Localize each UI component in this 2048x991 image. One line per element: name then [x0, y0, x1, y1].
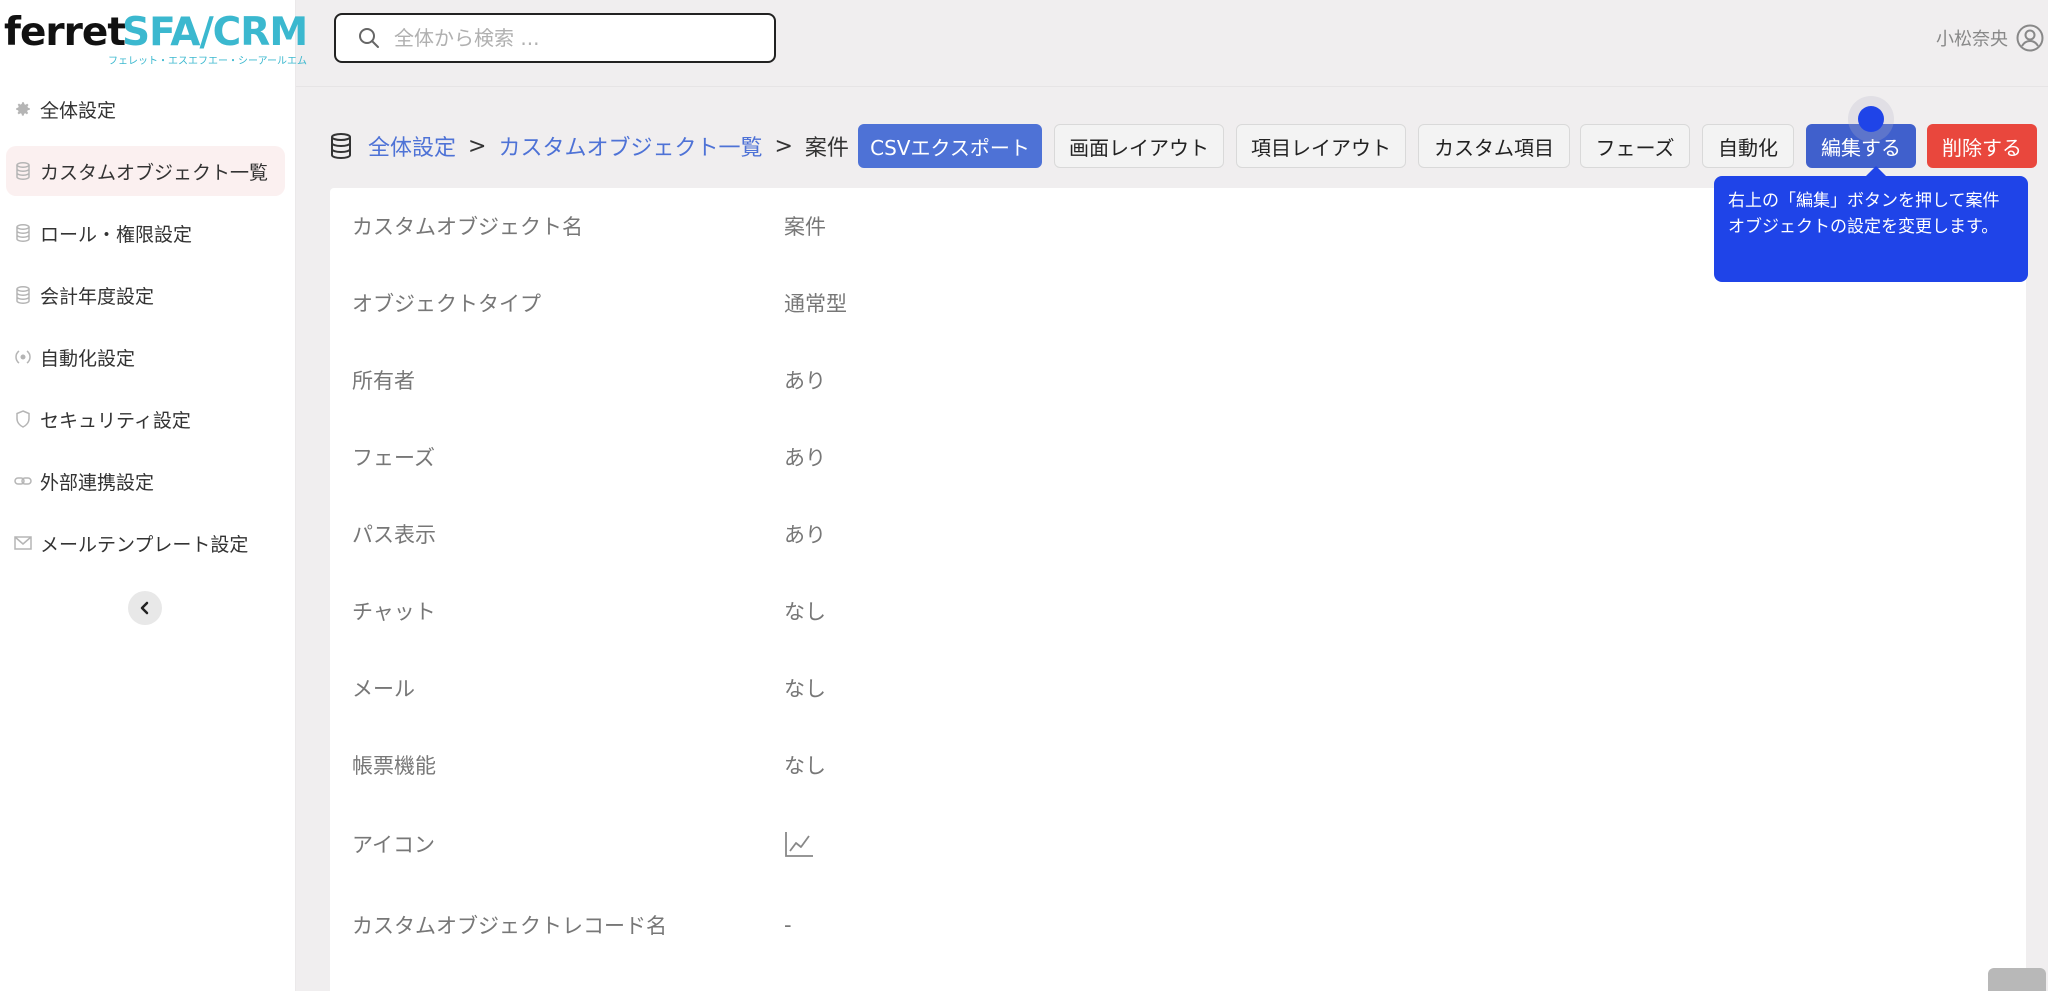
screen-layout-button[interactable]: 画面レイアウト: [1054, 124, 1224, 168]
sidebar-item-label: 自動化設定: [40, 347, 136, 370]
detail-label: メール: [352, 677, 415, 701]
edit-button[interactable]: 編集する: [1806, 124, 1916, 168]
detail-label: オブジェクトタイプ: [352, 292, 541, 316]
detail-label: チャット: [352, 600, 436, 624]
detail-label: 所有者: [352, 369, 415, 393]
detail-value: あり: [784, 523, 826, 547]
detail-value: 案件: [784, 215, 826, 239]
sidebar-item-label: 会計年度設定: [40, 285, 155, 308]
detail-row: フェーズ あり: [330, 437, 2026, 477]
detail-label: フェーズ: [352, 446, 435, 470]
detail-row: メール なし: [330, 668, 2026, 708]
sidebar-item-fiscal-year[interactable]: 会計年度設定: [6, 270, 285, 320]
custom-fields-button[interactable]: カスタム項目: [1418, 124, 1570, 168]
breadcrumb-general-settings[interactable]: 全体設定: [368, 130, 456, 162]
detail-value: あり: [784, 446, 826, 470]
detail-label: 帳票機能: [352, 754, 436, 778]
user-avatar-icon: [2016, 24, 2044, 52]
breadcrumb-current: 案件: [804, 136, 849, 161]
global-search[interactable]: [334, 13, 776, 63]
automation-icon: [14, 348, 32, 366]
user-menu[interactable]: 小松奈央: [1908, 20, 2048, 56]
mail-icon: [14, 534, 32, 552]
detail-row: オブジェクトタイプ 通常型: [330, 283, 2026, 323]
detail-label: パス表示: [352, 523, 436, 547]
chevron-left-icon: [138, 601, 152, 615]
tooltip-text: 右上の「編集」ボタンを押して案件オブジェクトの設定を変更します。: [1728, 191, 2000, 237]
database-icon: [330, 133, 352, 159]
search-input[interactable]: [394, 26, 754, 50]
detail-row: 所有者 あり: [330, 360, 2026, 400]
delete-button[interactable]: 削除する: [1927, 124, 2037, 168]
detail-value: なし: [784, 754, 826, 778]
sidebar-item-label: ロール・権限設定: [40, 223, 193, 246]
header-divider: [296, 86, 2048, 87]
sidebar-item-security[interactable]: セキュリティ設定: [6, 394, 285, 444]
tour-tooltip: 右上の「編集」ボタンを押して案件オブジェクトの設定を変更します。: [1714, 166, 2028, 282]
gear-icon: [14, 100, 32, 118]
csv-export-button[interactable]: CSVエクスポート: [858, 124, 1042, 168]
detail-value: あり: [784, 369, 826, 393]
breadcrumb-separator: >: [774, 133, 793, 159]
detail-row: チャット なし: [330, 591, 2026, 631]
detail-row: カスタムオブジェクトレコード名 -: [330, 905, 2026, 945]
line-chart-icon: [784, 830, 814, 863]
logo-kana: フェレット・エスエフエー・シーアールエム: [108, 56, 307, 67]
sidebar-item-label: 全体設定: [40, 99, 117, 122]
object-details-card: カスタムオブジェクト名 案件 オブジェクトタイプ 通常型 所有者 あり フェーズ…: [330, 188, 2026, 991]
detail-row: 帳票機能 なし: [330, 745, 2026, 785]
detail-value: -: [784, 913, 792, 937]
sidebar-collapse-button[interactable]: [128, 591, 162, 625]
logo-brand: ferret: [4, 10, 126, 55]
shield-icon: [14, 410, 32, 428]
database-icon: [14, 286, 32, 304]
user-name: 小松奈央: [1936, 29, 2008, 50]
app-logo[interactable]: ferret SFA/CRM フェレット・エスエフエー・シーアールエム: [4, 10, 308, 67]
database-icon: [14, 162, 32, 180]
sidebar-item-label: セキュリティ設定: [40, 409, 191, 432]
sidebar-item-roles[interactable]: ロール・権限設定: [6, 208, 285, 258]
link-icon: [14, 472, 32, 490]
sidebar-item-label: メールテンプレート設定: [40, 533, 249, 556]
sidebar: ferret SFA/CRM フェレット・エスエフエー・シーアールエム 全体設定…: [0, 0, 308, 991]
scroll-handle[interactable]: [1988, 968, 2046, 991]
detail-label: アイコン: [352, 833, 435, 857]
sidebar-item-integrations[interactable]: 外部連携設定: [6, 456, 285, 506]
search-icon: [358, 27, 380, 49]
sidebar-item-label: 外部連携設定: [40, 471, 155, 494]
field-layout-button[interactable]: 項目レイアウト: [1236, 124, 1406, 168]
detail-label: カスタムオブジェクトレコード名: [352, 914, 667, 938]
detail-label: カスタムオブジェクト名: [352, 215, 583, 239]
detail-value: なし: [784, 677, 826, 701]
detail-value: なし: [784, 600, 826, 624]
detail-row: アイコン: [330, 824, 2026, 864]
sidebar-item-mail-templates[interactable]: メールテンプレート設定: [6, 518, 285, 568]
detail-row: パス表示 あり: [330, 514, 2026, 554]
sidebar-item-automation[interactable]: 自動化設定: [6, 332, 285, 382]
logo-product: SFA/CRM: [122, 10, 308, 55]
breadcrumb-separator: >: [468, 133, 487, 159]
database-icon: [14, 224, 32, 242]
phase-button[interactable]: フェーズ: [1580, 124, 1690, 168]
sidebar-item-general-settings[interactable]: 全体設定: [6, 84, 285, 134]
breadcrumb-custom-objects[interactable]: カスタムオブジェクト一覧: [498, 130, 762, 162]
tour-hotspot[interactable]: [1858, 106, 1884, 132]
breadcrumb: 全体設定 > カスタムオブジェクト一覧 > 案件: [330, 128, 849, 164]
sidebar-item-label: カスタムオブジェクト一覧: [40, 161, 269, 184]
automation-button[interactable]: 自動化: [1702, 124, 1794, 168]
sidebar-item-custom-objects[interactable]: カスタムオブジェクト一覧: [6, 146, 285, 196]
detail-value: 通常型: [784, 292, 847, 316]
